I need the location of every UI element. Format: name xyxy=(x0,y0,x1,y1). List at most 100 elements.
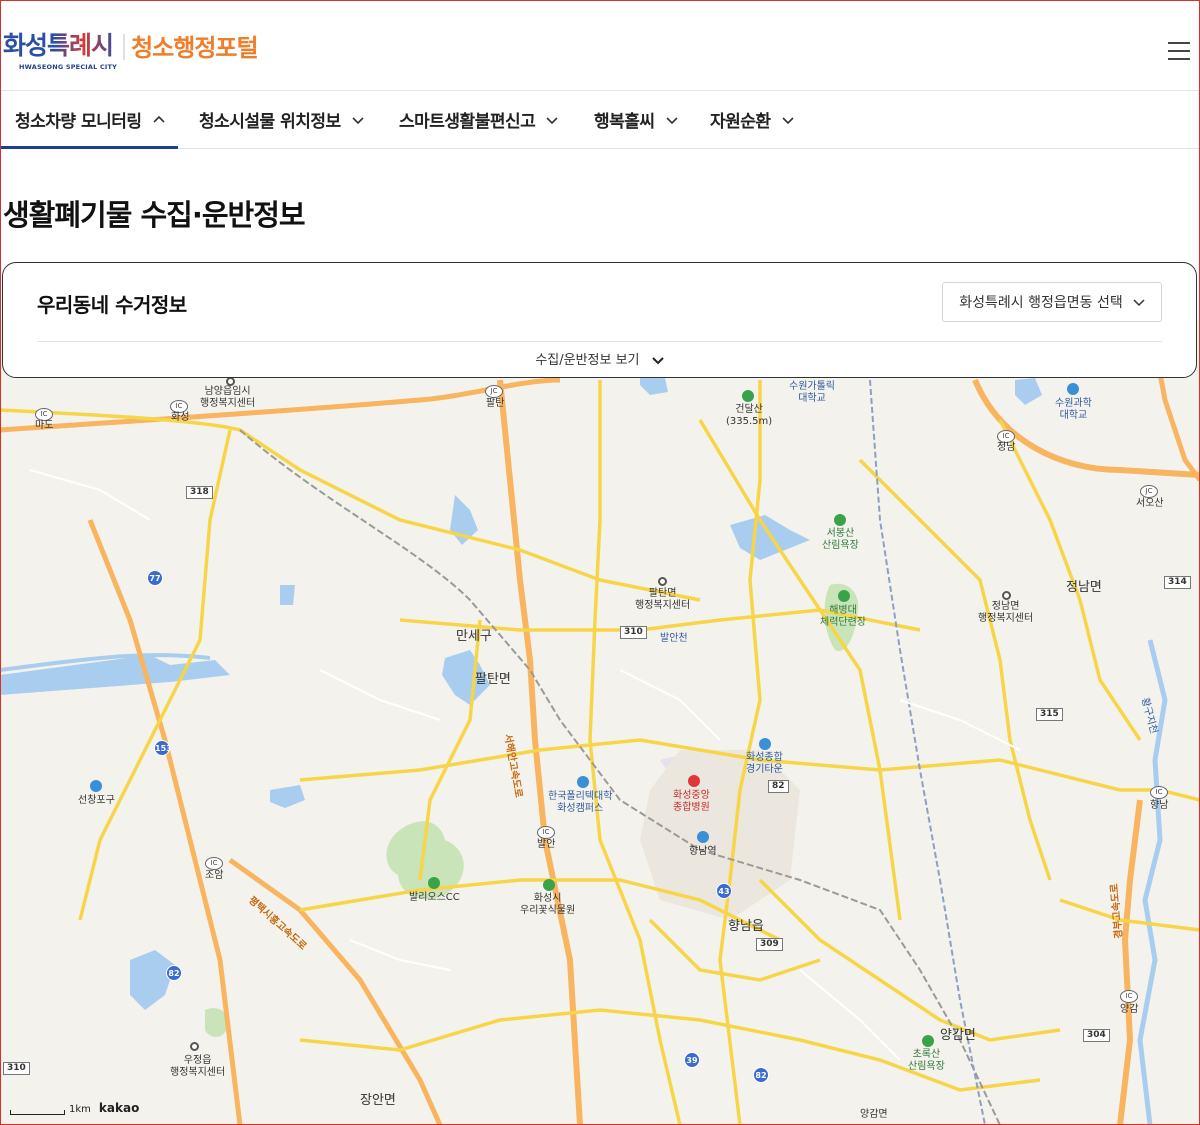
nav-item-smart-report[interactable]: 스마트생활불편신고 xyxy=(399,91,559,148)
card-divider xyxy=(37,341,1162,342)
chevron-down-icon xyxy=(352,116,364,124)
chevron-down-icon xyxy=(665,116,678,124)
nav-item-label: 스마트생활불편신고 xyxy=(399,112,536,132)
map-label: 발안 xyxy=(537,839,556,850)
chevron-down-icon xyxy=(781,116,794,124)
office-pin-icon xyxy=(190,1042,199,1051)
map-label: 초록산 산림욕장 xyxy=(908,1049,945,1072)
map-scale-bar: 1km kakao xyxy=(10,1101,139,1115)
district-select-label: 화성특례시 행정읍면동 선택 xyxy=(959,295,1123,311)
map-label: 발안천 xyxy=(660,633,688,644)
main-nav: 청소차량 모니터링 청소시설물 위치정보 스마트생활불편신고 행복홀씨 자원순환 xyxy=(0,90,1200,149)
map-label: 선창포구 xyxy=(78,795,115,806)
forest-pin-icon xyxy=(834,514,846,526)
nav-item-happy-seed[interactable]: 행복홀씨 xyxy=(594,91,679,148)
map-label: 팔탄 xyxy=(486,398,505,409)
route-shield: 310 xyxy=(620,626,647,639)
route-circle: 153 xyxy=(154,740,172,756)
map-label: 건달산 (335.5m) xyxy=(726,404,773,427)
site-header: 화성특례시 HWASEONG SPECIAL CITY 청소행정포털 xyxy=(0,0,1200,90)
nav-item-facility-location[interactable]: 청소시설물 위치정보 xyxy=(199,91,365,148)
map-label: 수원가톨릭 대학교 xyxy=(789,381,835,404)
office-pin-icon xyxy=(226,377,235,386)
map-label: 양감면 xyxy=(860,1109,888,1120)
logo-portal-name: 청소행정포털 xyxy=(131,34,258,62)
card-title: 우리동네 수거정보 xyxy=(37,293,187,317)
sports-pin-icon xyxy=(838,590,850,602)
map-label: 만세구 xyxy=(456,629,492,644)
school-pin-icon xyxy=(1067,383,1079,395)
scale-bar-label: 1km xyxy=(69,1104,91,1115)
map-label: 팔탄면 행정복지센터 xyxy=(635,588,691,611)
nav-item-label: 자원순환 xyxy=(710,112,771,132)
golf-pin-icon xyxy=(428,877,440,889)
logo-city-english: HWASEONG SPECIAL CITY xyxy=(19,63,118,71)
route-circle: 82 xyxy=(753,1067,769,1083)
map-label: 우정읍 행정복지센터 xyxy=(170,1055,226,1078)
hospital-pin-icon xyxy=(688,775,700,787)
map-label: 향남읍 xyxy=(728,919,764,934)
map-label: 한국폴리텍대학 화성캠퍼스 xyxy=(548,791,613,814)
route-shield: 309 xyxy=(756,938,783,951)
nav-item-label: 행복홀씨 xyxy=(594,112,655,132)
interchange-icon: JC xyxy=(1140,485,1158,498)
interchange-icon: IC xyxy=(537,826,555,839)
map-label: 발리오스CC xyxy=(409,892,460,903)
toggle-collection-info-button[interactable]: 수집/운반정보 보기 xyxy=(3,349,1196,368)
toggle-label: 수집/운반정보 보기 xyxy=(535,353,640,368)
route-shield: 310 xyxy=(3,1062,30,1075)
map-label: 해병대 체력단련장 xyxy=(820,605,866,628)
route-circle: 77 xyxy=(147,570,163,586)
map-base xyxy=(0,320,1200,1125)
nav-item-vehicle-monitoring[interactable]: 청소차량 모니터링 xyxy=(0,91,178,149)
chevron-down-icon xyxy=(546,116,558,124)
office-pin-icon xyxy=(658,577,667,586)
site-logo[interactable]: 화성특례시 HWASEONG SPECIAL CITY 청소행정포털 xyxy=(3,30,259,74)
mountain-pin-icon xyxy=(742,390,754,402)
interchange-icon: IC xyxy=(1120,990,1138,1003)
station-pin-icon xyxy=(697,831,709,843)
route-circle: 39 xyxy=(684,1052,700,1068)
map-label: 양감면 xyxy=(940,1028,976,1043)
district-select[interactable]: 화성특례시 행정읍면동 선택 xyxy=(942,282,1162,322)
map-provider-logo: kakao xyxy=(98,1101,140,1115)
map-label: 화성중앙 종합병원 xyxy=(673,790,710,813)
map-view[interactable]: 318 77 153 310 82 43 309 39 82 315 314 3… xyxy=(0,320,1200,1125)
map-label: 화성종합 경기타운 xyxy=(746,752,783,775)
route-shield: 82 xyxy=(768,780,789,793)
map-label: 향남 xyxy=(1150,800,1169,811)
map-label: 정남면 xyxy=(1066,580,1102,595)
route-shield: 314 xyxy=(1164,576,1191,589)
map-label: 서오산 xyxy=(1136,498,1164,509)
map-label: 팔탄면 xyxy=(475,672,511,687)
map-label: 화성시 우리꽃식물원 xyxy=(520,893,576,916)
logo-divider xyxy=(123,34,126,60)
map-label: 수원과학 대학교 xyxy=(1055,398,1092,421)
school-pin-icon xyxy=(577,776,589,788)
neighborhood-info-card: 우리동네 수거정보 화성특례시 행정읍면동 선택 수집/운반정보 보기 xyxy=(2,262,1197,378)
page-title: 생활폐기물 수집·운반정보 xyxy=(3,198,306,232)
chevron-up-icon xyxy=(152,115,165,123)
map-label: 향남역 xyxy=(689,846,717,857)
map-label: 장안면 xyxy=(360,1093,396,1108)
route-circle: 43 xyxy=(716,883,732,899)
interchange-icon: JC xyxy=(485,385,503,398)
hamburger-menu-icon[interactable] xyxy=(1168,42,1190,62)
map-label: 양감 xyxy=(1120,1004,1139,1015)
map-label: 정남면 행정복지센터 xyxy=(978,601,1034,624)
forest-pin-icon xyxy=(922,1035,934,1047)
nav-item-resource-recycling[interactable]: 자원순환 xyxy=(710,91,795,148)
map-label: 서봉산 산림욕장 xyxy=(822,528,859,551)
map-label: 화성 xyxy=(171,412,190,423)
port-pin-icon xyxy=(90,780,102,792)
nav-item-label: 청소차량 모니터링 xyxy=(15,112,142,132)
map-label: 정남 xyxy=(997,442,1016,453)
map-label: 남양읍임시 행정복지센터 xyxy=(200,386,256,409)
route-shield: 304 xyxy=(1083,1029,1110,1042)
office-pin-icon xyxy=(1002,591,1011,600)
map-label: 마도 xyxy=(35,420,54,431)
route-shield: 318 xyxy=(186,486,213,499)
chevron-down-icon xyxy=(651,356,664,364)
scale-bar-line xyxy=(10,1110,65,1115)
interchange-icon: IC xyxy=(205,857,223,870)
